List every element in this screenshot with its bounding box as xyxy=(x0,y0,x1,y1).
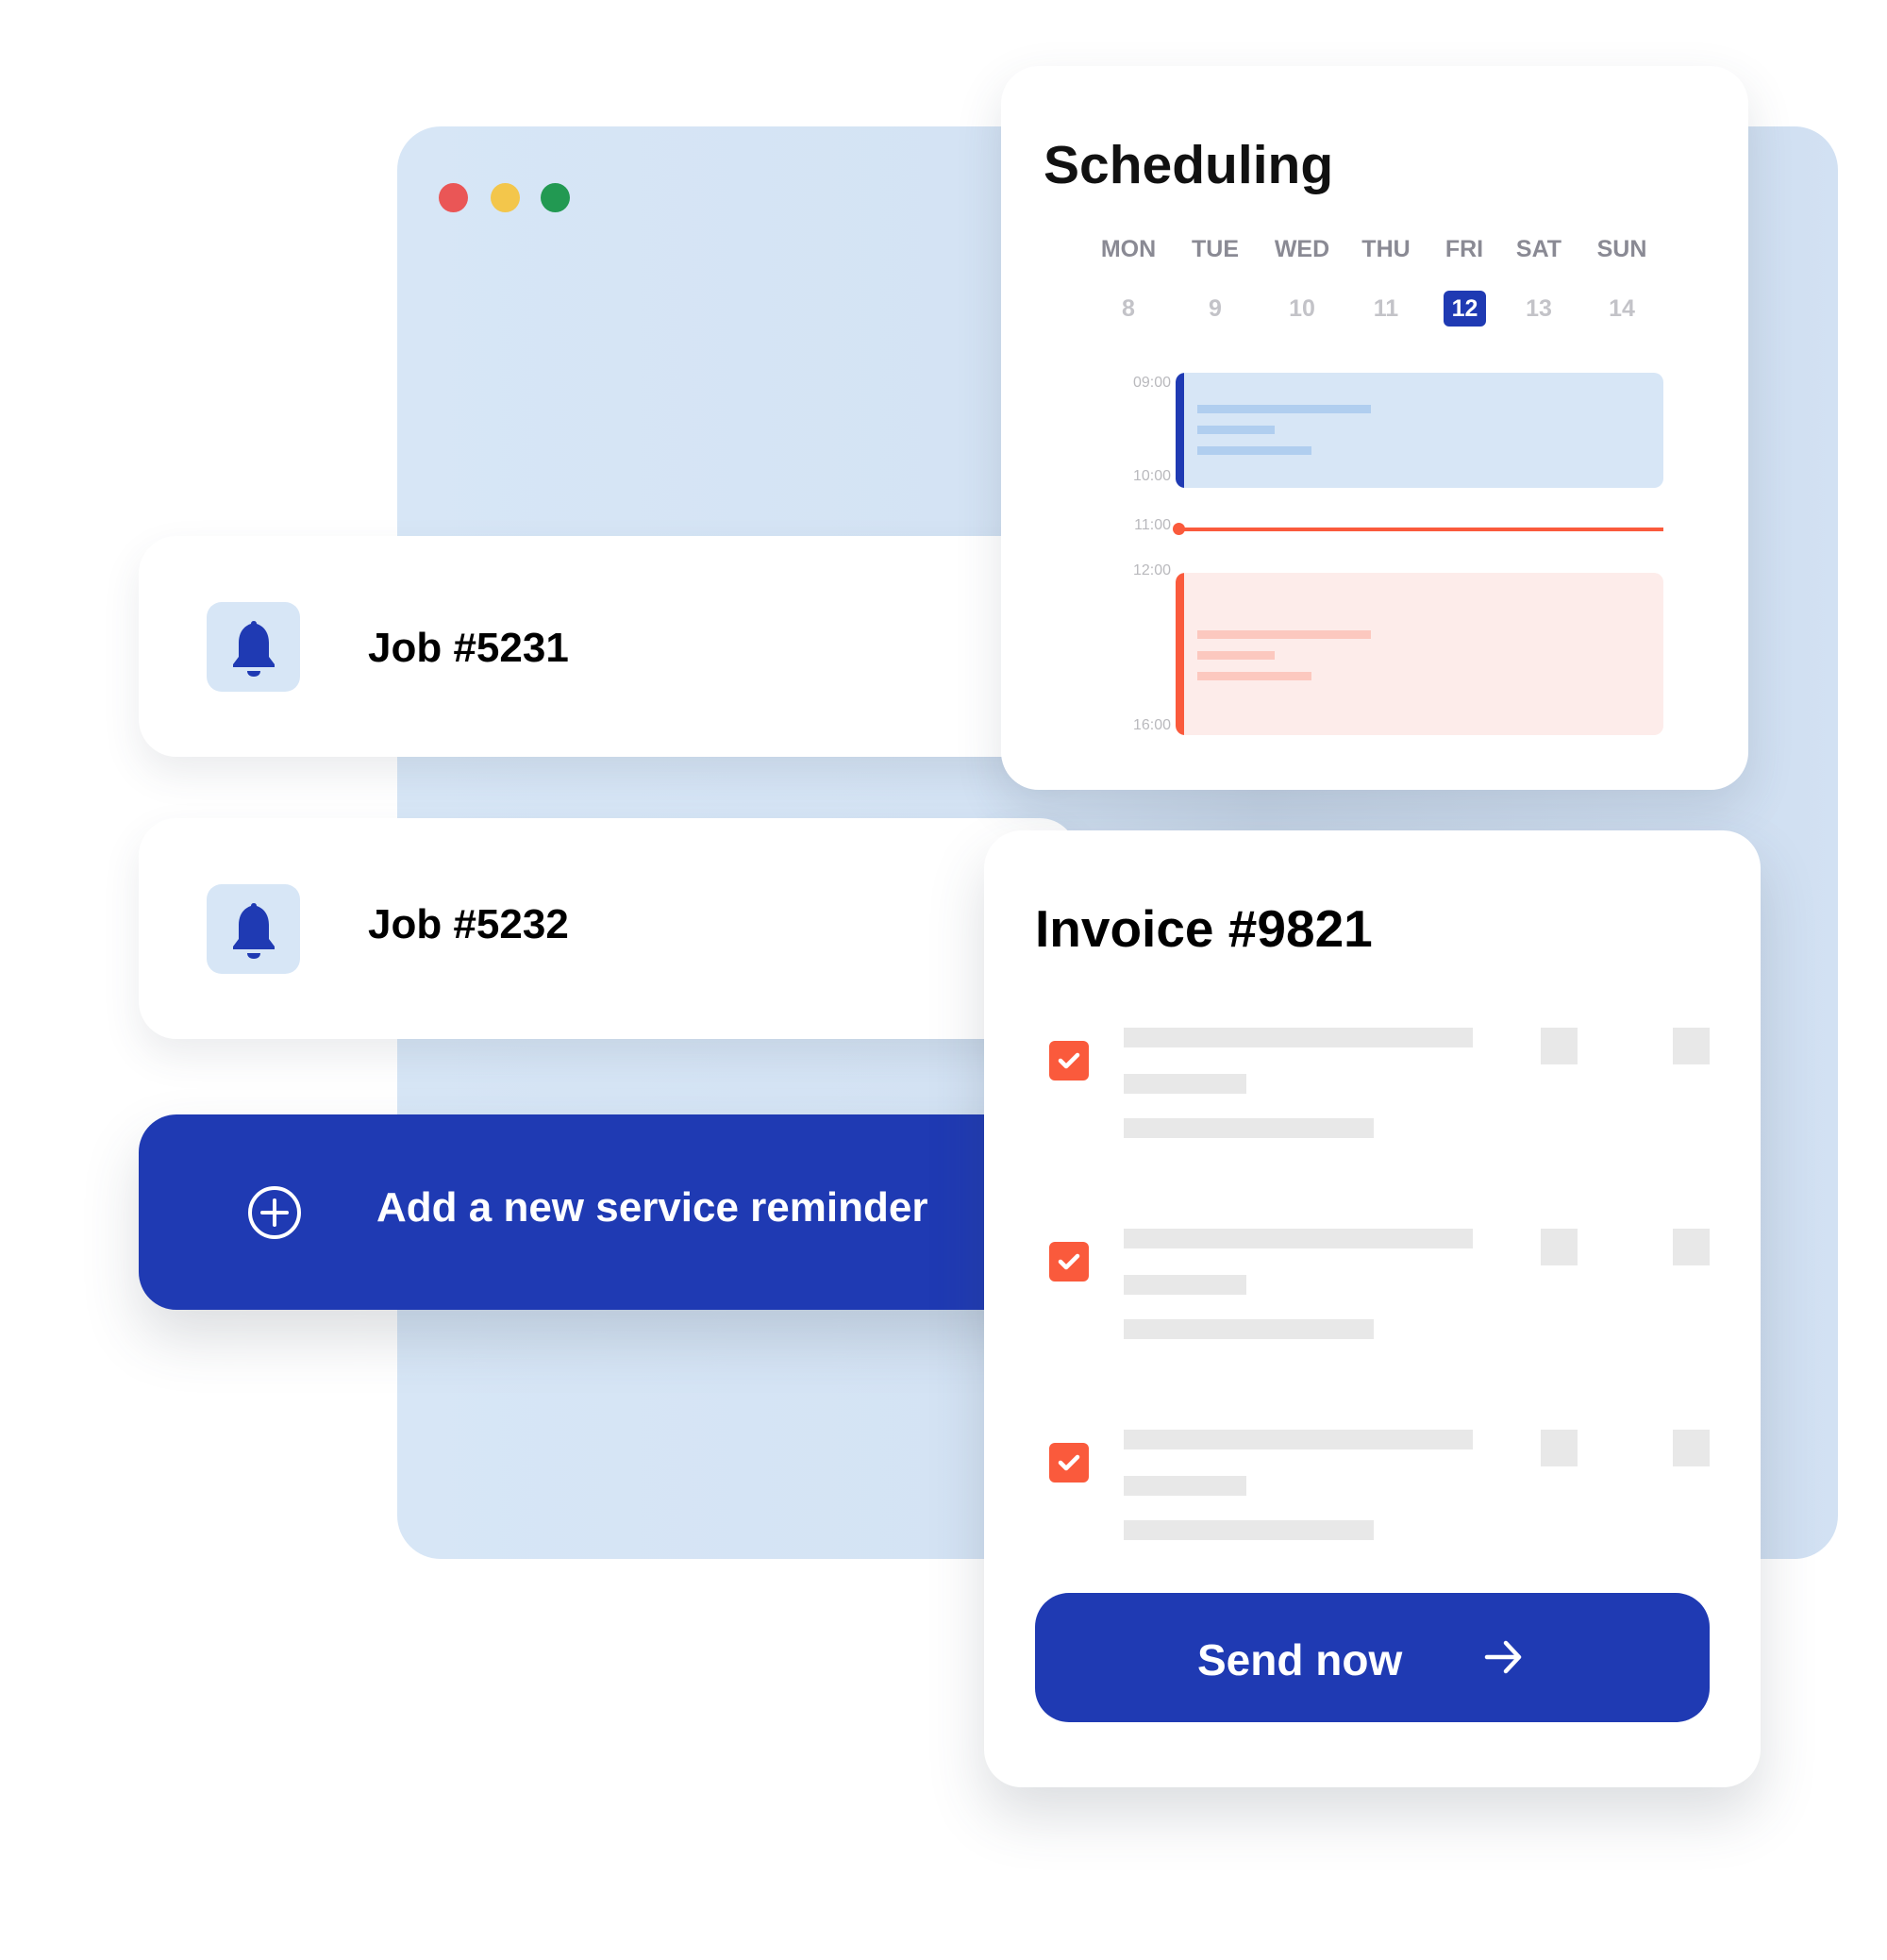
current-time-line xyxy=(1176,528,1663,531)
calendar-event[interactable] xyxy=(1176,573,1663,735)
detail-placeholder xyxy=(1124,1275,1246,1295)
bell-icon-box xyxy=(207,602,300,692)
scheduling-card: Scheduling MON TUE WED THU FRI SAT SUN 8… xyxy=(1001,66,1748,790)
checkmark-icon xyxy=(1058,1253,1080,1270)
day-name: MON xyxy=(1100,236,1157,262)
day-name: SUN xyxy=(1596,236,1647,262)
event-text-placeholder xyxy=(1197,651,1275,660)
event-accent-bar xyxy=(1176,573,1184,735)
time-label: 12:00 xyxy=(1132,562,1171,578)
checkmark-icon xyxy=(1058,1052,1080,1069)
quantity-placeholder xyxy=(1541,1028,1578,1064)
invoice-line-item xyxy=(984,1430,1761,1581)
detail-placeholder xyxy=(1124,1118,1374,1138)
invoice-line-item xyxy=(984,1028,1761,1179)
quantity-placeholder xyxy=(1541,1229,1578,1265)
event-text-placeholder xyxy=(1197,630,1371,639)
send-now-label: Send now xyxy=(1197,1635,1403,1684)
line-item-checkbox[interactable] xyxy=(1049,1041,1089,1081)
event-text-placeholder xyxy=(1197,672,1311,680)
plus-circle-icon xyxy=(248,1186,301,1239)
detail-placeholder xyxy=(1124,1319,1374,1339)
event-text-placeholder xyxy=(1197,405,1371,413)
detail-placeholder xyxy=(1124,1520,1374,1540)
calendar-event[interactable] xyxy=(1176,373,1663,488)
day-date[interactable]: 8 xyxy=(1105,291,1152,327)
event-text-placeholder xyxy=(1197,446,1311,455)
job-title: Job #5232 xyxy=(368,901,569,947)
event-text-placeholder xyxy=(1197,426,1275,434)
quantity-placeholder xyxy=(1541,1430,1578,1466)
price-placeholder xyxy=(1673,1430,1710,1466)
description-placeholder xyxy=(1124,1430,1473,1449)
checkmark-icon xyxy=(1058,1454,1080,1471)
day-name: SAT xyxy=(1515,236,1562,262)
day-name: THU xyxy=(1361,236,1411,262)
description-placeholder xyxy=(1124,1229,1473,1248)
day-date[interactable]: 13 xyxy=(1515,291,1562,327)
description-placeholder xyxy=(1124,1028,1473,1047)
invoice-card: Invoice #9821 Send now xyxy=(984,830,1761,1787)
window-close-button[interactable] xyxy=(439,183,468,212)
bell-icon xyxy=(232,620,275,677)
day-date[interactable]: 11 xyxy=(1362,291,1410,327)
time-label: 16:00 xyxy=(1132,717,1171,733)
detail-placeholder xyxy=(1124,1074,1246,1094)
bell-icon xyxy=(232,902,275,959)
day-date-selected[interactable]: 12 xyxy=(1444,291,1486,327)
window-maximize-button[interactable] xyxy=(541,183,570,212)
job-card[interactable]: Job #5231 xyxy=(139,536,1077,757)
price-placeholder xyxy=(1673,1229,1710,1265)
add-service-reminder-label: Add a new service reminder xyxy=(376,1184,928,1231)
detail-placeholder xyxy=(1124,1476,1246,1496)
line-item-checkbox[interactable] xyxy=(1049,1242,1089,1282)
day-name: TUE xyxy=(1192,236,1239,262)
invoice-line-item xyxy=(984,1229,1761,1380)
scheduling-title: Scheduling xyxy=(1044,135,1334,195)
price-placeholder xyxy=(1673,1028,1710,1064)
job-card[interactable]: Job #5232 xyxy=(139,818,1077,1039)
day-date[interactable]: 14 xyxy=(1598,291,1645,327)
invoice-title: Invoice #9821 xyxy=(1035,899,1373,958)
day-date[interactable]: 9 xyxy=(1192,291,1239,327)
add-service-reminder-button[interactable]: Add a new service reminder xyxy=(139,1114,1044,1310)
line-item-checkbox[interactable] xyxy=(1049,1443,1089,1483)
arrow-right-icon xyxy=(1484,1640,1522,1674)
day-name: WED xyxy=(1274,236,1330,262)
day-name: FRI xyxy=(1444,236,1484,262)
event-accent-bar xyxy=(1176,373,1184,488)
current-time-dot xyxy=(1173,523,1185,535)
day-date[interactable]: 10 xyxy=(1278,291,1326,327)
time-label: 11:00 xyxy=(1134,517,1171,533)
job-title: Job #5231 xyxy=(368,625,569,671)
time-label: 09:00 xyxy=(1132,375,1171,391)
window-minimize-button[interactable] xyxy=(491,183,520,212)
time-label: 10:00 xyxy=(1132,468,1171,484)
send-now-button[interactable]: Send now xyxy=(1035,1593,1710,1722)
bell-icon-box xyxy=(207,884,300,974)
